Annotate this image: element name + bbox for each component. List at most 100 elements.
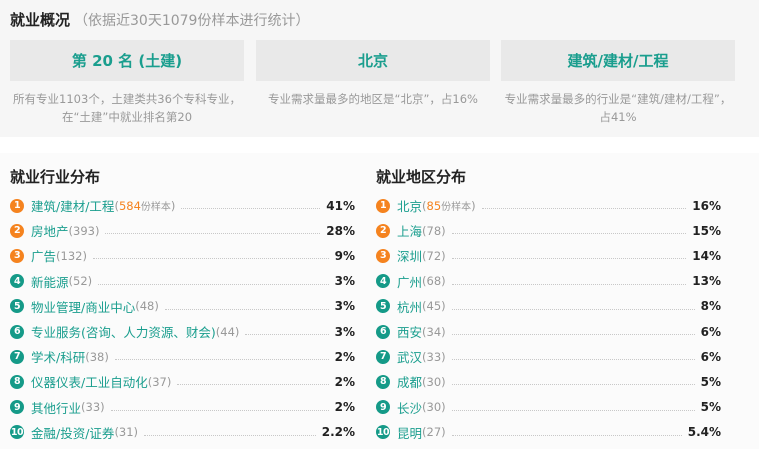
- item-percent: 8%: [700, 299, 721, 314]
- sample-unit: 份样本: [441, 202, 472, 214]
- dotted-leader: [451, 409, 695, 411]
- industry-list: 1 建筑/建材/工程(584 份样本) 41% 2 房地产 (393) 28% 3 广告 (132)…: [10, 193, 355, 445]
- rank-badge: 1: [376, 198, 390, 213]
- item-percent: 6%: [700, 349, 721, 364]
- item-name-link[interactable]: 房地产: [31, 221, 69, 240]
- item-name-link[interactable]: 杭州: [397, 297, 422, 316]
- dotted-leader: [451, 233, 687, 235]
- item-name-link[interactable]: 北京: [397, 196, 422, 215]
- item-name-link[interactable]: 学术/科研: [31, 347, 85, 366]
- item-percent: 2%: [334, 349, 355, 364]
- item-name-link[interactable]: 专业服务(咨询、人力资源、财会): [31, 322, 216, 341]
- item-count: (132): [56, 248, 87, 263]
- item-percent: 41%: [326, 198, 355, 213]
- item-percent: 3%: [334, 299, 355, 314]
- dotted-leader: [164, 308, 329, 310]
- rank-badge: 4: [376, 274, 390, 289]
- item-name-link[interactable]: 物业管理/商业中心: [31, 297, 135, 316]
- item-name-link[interactable]: 广告: [31, 246, 56, 265]
- dotted-leader: [105, 233, 321, 235]
- rank-badge: 2: [10, 223, 24, 238]
- dotted-leader: [110, 409, 329, 411]
- rank-badge: 9: [10, 400, 24, 415]
- list-item: 4 广州 (68) 13%: [376, 269, 721, 294]
- item-count: (44): [215, 324, 240, 339]
- item-count: 584: [118, 198, 141, 213]
- item-percent: 5%: [700, 374, 721, 389]
- sample-unit: 份样本: [140, 202, 171, 214]
- dotted-leader: [451, 359, 695, 361]
- rank-badge: 5: [376, 299, 390, 314]
- dotted-leader: [181, 208, 321, 210]
- item-name-link[interactable]: 长沙: [397, 398, 422, 417]
- list-item: 5 物业管理/商业中心 (48) 3%: [10, 294, 355, 319]
- list-item: 4 新能源 (52) 3%: [10, 269, 355, 294]
- item-name-link[interactable]: 金融/投资/证券: [31, 423, 114, 442]
- panel-gap: [0, 137, 759, 153]
- item-name-link[interactable]: 建筑/建材/工程: [31, 196, 114, 215]
- rank-badge: 7: [376, 349, 390, 364]
- list-item: 1 北京(85 份样本) 16%: [376, 193, 721, 218]
- item-percent: 14%: [692, 248, 721, 263]
- item-name-link[interactable]: 广州: [397, 272, 422, 291]
- dotted-leader: [451, 334, 695, 336]
- item-percent: 5%: [700, 400, 721, 415]
- item-name-link[interactable]: 深圳: [397, 246, 422, 265]
- dotted-leader: [451, 308, 695, 310]
- item-count: (27): [422, 425, 446, 440]
- item-name-link[interactable]: 新能源: [31, 272, 69, 291]
- item-name-link[interactable]: 仪器仪表/工业自动化: [31, 372, 148, 391]
- rank-badge: 9: [376, 400, 390, 415]
- rank-badge: 10: [376, 425, 390, 440]
- item-count: (33): [422, 349, 446, 364]
- top-industry-card-desc: 专业需求量最多的行业是“建筑/建材/工程”，占41%: [504, 92, 732, 124]
- list-item: 10 昆明 (27) 5.4%: [376, 420, 721, 445]
- list-item: 5 杭州 (45) 8%: [376, 294, 721, 319]
- item-count: (45): [422, 299, 446, 314]
- rank-badge: 7: [10, 349, 24, 364]
- industry-section-title: 就业行业分布: [10, 168, 101, 186]
- item-name-link[interactable]: 武汉: [397, 347, 422, 366]
- rank-badge: 3: [10, 248, 24, 263]
- item-name-link[interactable]: 成都: [397, 372, 422, 391]
- list-item: 9 长沙 (30) 5%: [376, 395, 721, 420]
- item-count: (48): [135, 299, 159, 314]
- rank-badge: 10: [10, 425, 24, 440]
- rank-card-desc: 所有专业1103个，土建类共36个专科专业，在“土建”中就业排名第20: [13, 92, 241, 124]
- list-item: 1 建筑/建材/工程(584 份样本) 41%: [10, 193, 355, 218]
- item-name-link[interactable]: 昆明: [397, 423, 422, 442]
- item-percent: 3%: [334, 324, 355, 339]
- list-item: 3 深圳 (72) 14%: [376, 243, 721, 268]
- list-item: 7 学术/科研 (38) 2%: [10, 344, 355, 369]
- item-percent: 2.2%: [321, 425, 355, 440]
- item-name-link[interactable]: 其他行业: [31, 398, 81, 417]
- item-count: (68): [422, 274, 446, 289]
- dotted-leader: [144, 434, 316, 436]
- rank-badge: 6: [10, 324, 24, 339]
- item-percent: 9%: [334, 248, 355, 263]
- list-item: 6 专业服务(咨询、人力资源、财会) (44) 3%: [10, 319, 355, 344]
- overview-subtitle: （依据近30天1079份样本进行统计）: [74, 13, 310, 29]
- rank-badge: 3: [376, 248, 390, 263]
- list-item: 8 仪器仪表/工业自动化 (37) 2%: [10, 369, 355, 394]
- top-region-card: 北京: [256, 40, 490, 81]
- item-name-link[interactable]: 上海: [397, 221, 422, 240]
- list-item: 3 广告 (132) 9%: [10, 243, 355, 268]
- dotted-leader: [245, 334, 329, 336]
- item-percent: 16%: [692, 198, 721, 213]
- item-count: (52): [68, 274, 93, 289]
- dotted-leader: [451, 384, 695, 386]
- dotted-leader: [98, 283, 329, 285]
- dotted-leader: [114, 359, 329, 361]
- item-count: (34): [422, 324, 446, 339]
- item-percent: 6%: [700, 324, 721, 339]
- item-percent: 2%: [334, 400, 355, 415]
- item-name-link[interactable]: 西安: [397, 322, 422, 341]
- list-item: 2 上海 (78) 15%: [376, 218, 721, 243]
- rank-badge: 6: [376, 324, 390, 339]
- item-count: (33): [81, 400, 105, 415]
- item-count: (31): [114, 425, 139, 440]
- list-item: 8 成都 (30) 5%: [376, 369, 721, 394]
- dotted-leader: [481, 208, 687, 210]
- item-percent: 28%: [326, 223, 355, 238]
